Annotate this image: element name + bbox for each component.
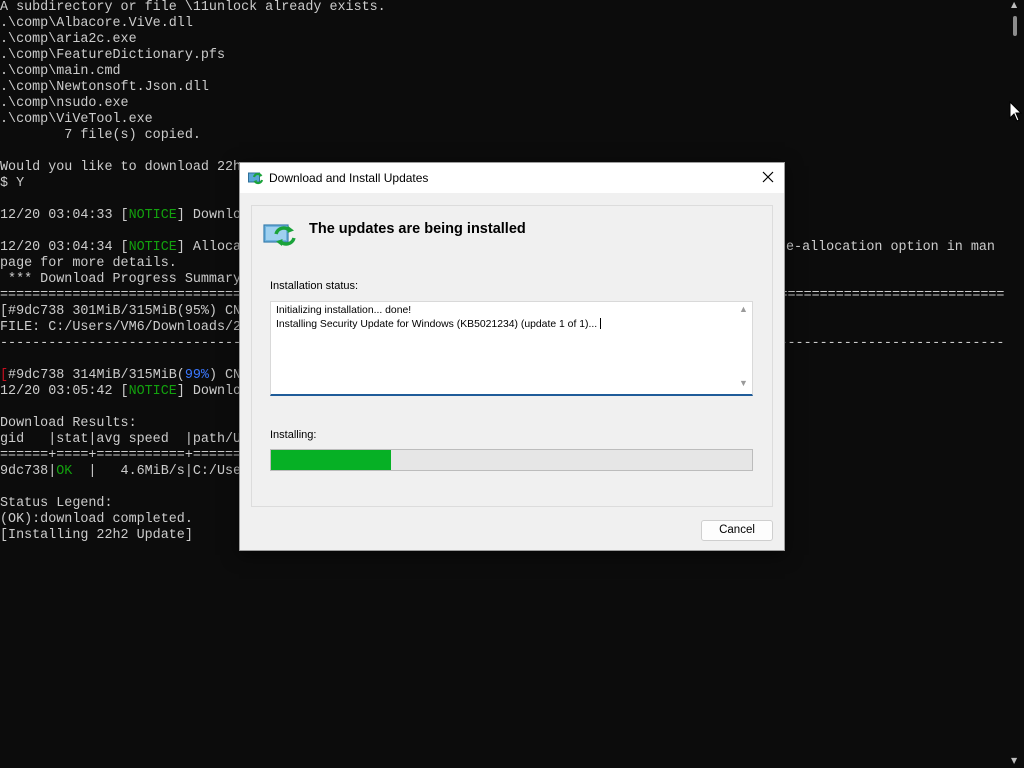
scroll-up-icon[interactable]: ▲ — [1011, 1, 1017, 9]
console-line: e-allocation option in man — [786, 240, 995, 255]
console-percent: 99% — [184, 368, 209, 383]
console-line: .\comp\ViVeTool.exe — [0, 112, 153, 127]
mouse-cursor-icon — [1009, 101, 1023, 122]
install-progress-bar — [270, 449, 753, 471]
scroll-down-icon[interactable]: ▼ — [739, 379, 748, 388]
windows-update-icon — [263, 224, 296, 246]
text-caret — [600, 318, 602, 329]
update-dialog: Download and Install Updates The updates… — [239, 162, 785, 551]
console-line: [#9dc738 314MiB/315MiB(99%) CN — [0, 368, 241, 384]
console-line: [Installing 22h2 Update] — [0, 528, 193, 543]
console-line: ======+====+===========+====== — [0, 448, 242, 463]
notice-tag: NOTICE — [128, 208, 177, 223]
notice-tag: NOTICE — [128, 384, 177, 399]
dialog-content-panel: The updates are being installed Installa… — [251, 205, 773, 507]
console-line: .\comp\main.cmd — [0, 64, 121, 79]
notice-tag: NOTICE — [128, 240, 177, 255]
console-line: .\comp\FeatureDictionary.pfs — [0, 48, 225, 63]
console-line: 12/20 03:05:42 [NOTICE] Downlo — [0, 384, 241, 400]
installation-status-textbox[interactable]: Initializing installation... done! Insta… — [270, 301, 753, 396]
console-text: | 4.6MiB/s|C:/Use — [72, 464, 242, 479]
windows-update-icon — [248, 172, 264, 185]
scroll-down-icon[interactable]: ▼ — [1011, 757, 1017, 765]
progress-fill — [271, 450, 392, 470]
dialog-title: Download and Install Updates — [269, 171, 429, 185]
console-line: $ Y — [0, 176, 25, 191]
console-line: *** Download Progress Summary — [0, 272, 242, 287]
console-line: [#9dc738 301MiB/315MiB(95%) CN — [0, 304, 242, 319]
console-line: .\comp\nsudo.exe — [0, 96, 129, 111]
console-text: 12/20 03:04:34 [ — [0, 240, 129, 255]
console-text: 12/20 03:05:42 [ — [0, 384, 129, 399]
console-line: 9dc738|OK | 4.6MiB/s|C:/Use — [0, 464, 241, 480]
console-text: ] Alloca — [176, 240, 242, 255]
status-line-text: Installing Security Update for Windows (… — [276, 319, 598, 330]
console-text: ] Downlo — [176, 384, 242, 399]
console-text: ] Downlo — [176, 208, 242, 223]
cancel-button[interactable]: Cancel — [701, 520, 773, 541]
ok-status: OK — [56, 464, 73, 479]
console-line: (OK):download completed. — [0, 512, 193, 527]
console-line: Status Legend: — [0, 496, 113, 511]
scroll-up-icon[interactable]: ▲ — [739, 305, 748, 314]
console-line: 7 file(s) copied. — [0, 128, 201, 143]
console-text: 9dc738| — [0, 464, 57, 479]
console-line: .\comp\Albacore.ViVe.dll — [0, 16, 193, 31]
console-line: gid |stat|avg speed |path/U — [0, 432, 242, 447]
console-line: Would you like to download 22h — [0, 160, 242, 175]
console-line: A subdirectory or file \11unlock already… — [0, 0, 386, 15]
console-line: 12/20 03:04:34 [NOTICE] Alloca — [0, 240, 241, 256]
console-line: .\comp\Newtonsoft.Json.dll — [0, 80, 209, 95]
dialog-heading: The updates are being installed — [309, 221, 526, 237]
console-line: page for more details. — [0, 256, 177, 271]
status-line: Installing Security Update for Windows (… — [276, 318, 602, 330]
close-icon — [762, 171, 774, 183]
console-line: 12/20 03:04:33 [NOTICE] Downlo — [0, 208, 241, 224]
close-button[interactable] — [752, 163, 784, 193]
scrollbar-thumb[interactable] — [1013, 16, 1017, 36]
status-line: Initializing installation... done! — [276, 305, 412, 316]
console-line: FILE: C:/Users/VM6/Downloads/2 — [0, 320, 242, 335]
status-scrollbar[interactable]: ▲ ▼ — [735, 302, 752, 394]
installation-status-label: Installation status: — [270, 280, 359, 292]
console-bracket: [ — [0, 368, 9, 383]
console-text: #9dc738 314MiB/315MiB( — [8, 368, 185, 383]
console-text: ) CN — [208, 368, 242, 383]
console-line: Download Results: — [0, 416, 137, 431]
console-line: .\comp\aria2c.exe — [0, 32, 137, 47]
dialog-titlebar[interactable]: Download and Install Updates — [240, 163, 784, 193]
installing-label: Installing: — [270, 429, 317, 441]
console-text: 12/20 03:04:33 [ — [0, 208, 129, 223]
